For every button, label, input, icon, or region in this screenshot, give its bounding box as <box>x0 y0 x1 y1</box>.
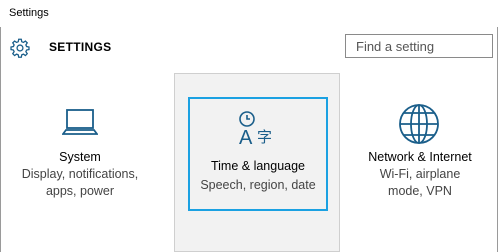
svg-text:A: A <box>239 127 253 148</box>
page-title: SETTINGS <box>49 40 112 54</box>
time-language-icon: A 字 <box>239 111 272 148</box>
laptop-icon <box>62 109 98 135</box>
globe-icon <box>399 104 439 144</box>
tile-time-language-label: Time & language <box>210 159 306 173</box>
tile-time-language-description: Speech, region, date <box>200 178 316 192</box>
gear-icon <box>10 38 30 58</box>
tile-network-label: Network & Internet <box>368 150 472 164</box>
window-title: Settings <box>9 7 49 19</box>
tile-time-language[interactable]: A 字 Time & language Speech, region, date <box>188 97 328 211</box>
window-titlebar: Settings <box>0 0 500 27</box>
search-input[interactable] <box>345 34 493 58</box>
svg-text:字: 字 <box>257 128 272 146</box>
tile-system-label: System <box>59 150 101 164</box>
tile-network-description: Wi-Fi, airplane mode, VPN <box>379 167 461 198</box>
tile-system-description: Display, notifications, apps, power <box>21 167 139 198</box>
